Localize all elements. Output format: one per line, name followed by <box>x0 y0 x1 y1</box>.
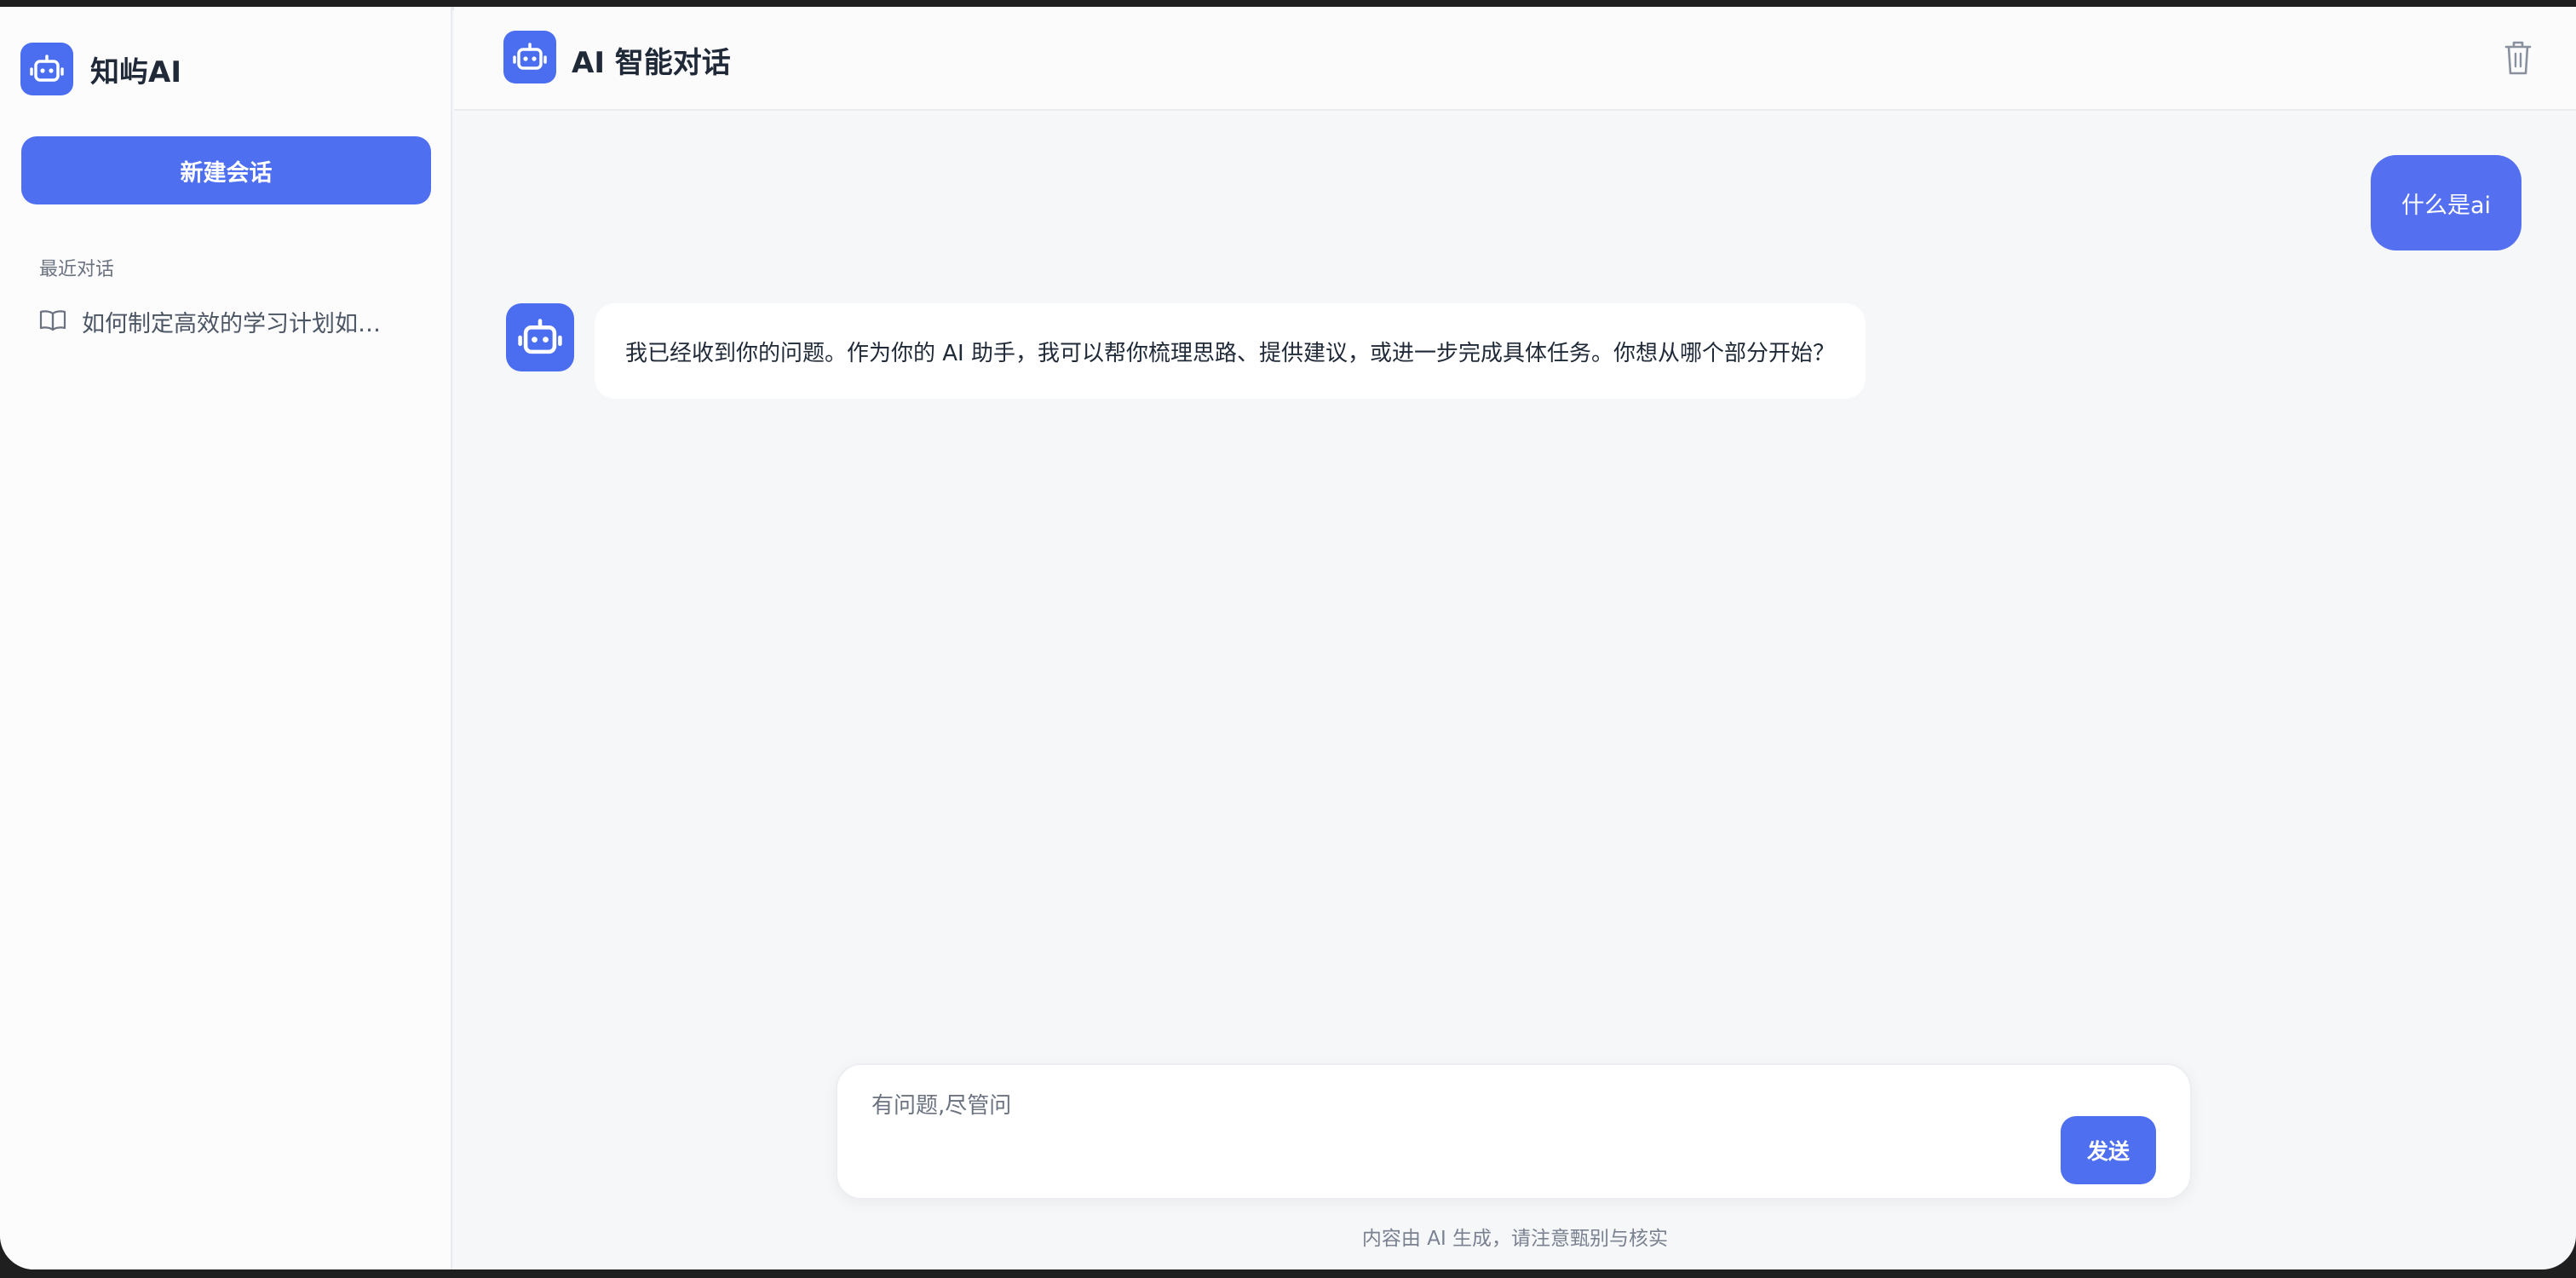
ai-disclaimer: 内容由 AI 生成，请注意甄别与核实 <box>1361 1228 1669 1250</box>
book-open-icon <box>39 308 66 336</box>
new-chat-button[interactable]: 新建会话 <box>21 136 431 204</box>
recent-conversation-item[interactable]: 如何制定高效的学习计划如… <box>39 305 431 338</box>
ai-message-bubble: 我已经收到你的问题。作为你的 AI 助手，我可以帮你梳理思路、提供建议，或进一步… <box>595 303 1866 399</box>
chat-header: AI 智能对话 <box>454 7 2576 111</box>
robot-icon <box>20 43 73 95</box>
sidebar: 知屿AI 新建会话 最近对话 如何制定高效的学习计划如… <box>0 7 452 1269</box>
chat-main: AI 智能对话 什么是ai 我已经收到你的问题。作为你的 AI 助手，我可以帮你… <box>454 7 2576 1269</box>
robot-icon <box>503 31 556 83</box>
trash-icon[interactable] <box>2501 39 2535 77</box>
recent-conversations-label: 最近对话 <box>39 259 115 280</box>
message-input[interactable] <box>871 1087 1979 1125</box>
page-title: AI 智能对话 <box>572 46 731 80</box>
brand-name: 知屿AI <box>90 55 181 89</box>
send-button[interactable]: 发送 <box>2061 1116 2156 1184</box>
recent-conversation-title: 如何制定高效的学习计划如… <box>82 311 381 337</box>
robot-icon <box>506 303 574 371</box>
user-message-bubble: 什么是ai <box>2370 155 2521 250</box>
composer: 发送 <box>836 1063 2192 1200</box>
app-window: 知屿AI 新建会话 最近对话 如何制定高效的学习计划如… AI 智能对话 什么是… <box>0 7 2576 1269</box>
brand: 知屿AI <box>20 43 181 95</box>
ai-message-row: 我已经收到你的问题。作为你的 AI 助手，我可以帮你梳理思路、提供建议，或进一步… <box>506 303 1866 399</box>
